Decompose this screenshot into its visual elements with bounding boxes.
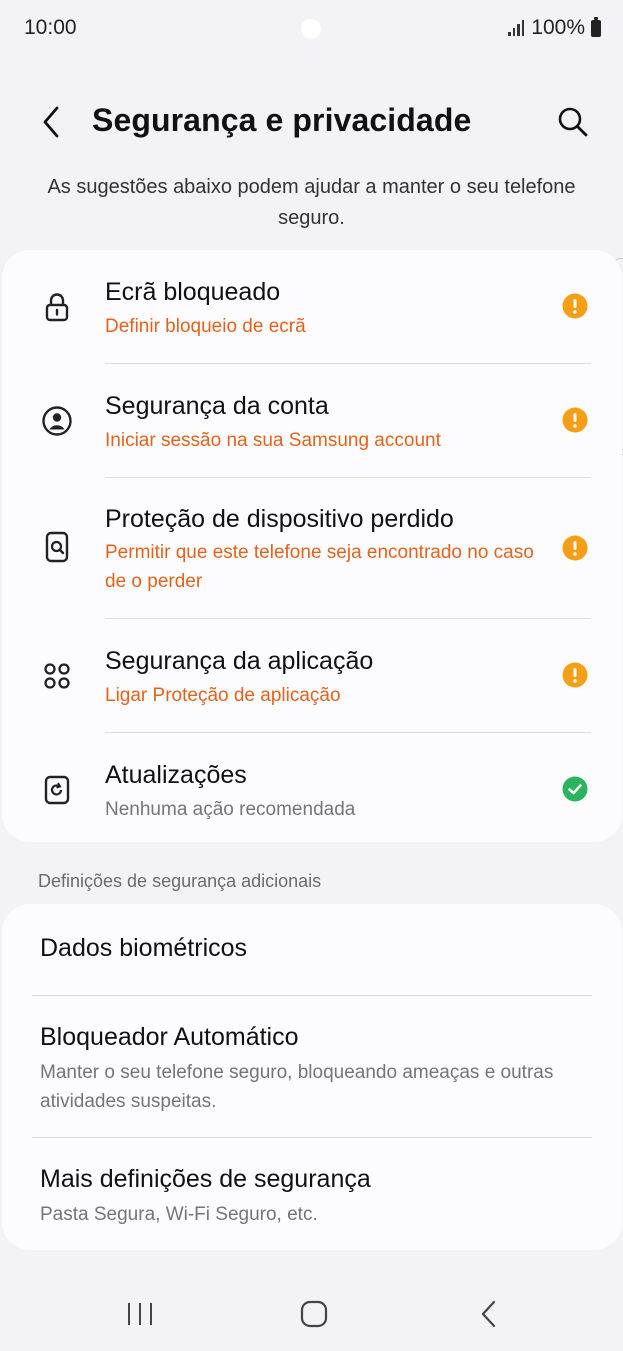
security-item-subtitle: Iniciar sessão na sua Samsung account bbox=[105, 430, 441, 451]
warning-icon bbox=[562, 535, 588, 561]
security-item-subtitle: Ligar Proteção de aplicação bbox=[105, 685, 341, 706]
status-time: 10:00 bbox=[24, 16, 77, 39]
camera-cutout bbox=[301, 19, 321, 39]
settings-item-title: Dados biométricos bbox=[40, 934, 248, 962]
search-icon bbox=[558, 107, 588, 137]
chevron-left-icon bbox=[43, 106, 59, 138]
security-item-lost-device[interactable]: Proteção de dispositivo perdido Permitir… bbox=[2, 478, 622, 618]
check-icon bbox=[562, 776, 588, 802]
app-header: Segurança e privacidade bbox=[0, 90, 623, 154]
battery-icon bbox=[591, 16, 601, 37]
security-item-title: Segurança da aplicação bbox=[105, 647, 374, 675]
find-device-icon bbox=[45, 531, 69, 563]
recent-apps-icon bbox=[128, 1303, 152, 1325]
home-button[interactable] bbox=[292, 1294, 336, 1334]
warning-icon bbox=[562, 662, 588, 688]
settings-item-more-security[interactable]: Mais definições de segurança Pasta Segur… bbox=[2, 1138, 622, 1250]
settings-item-auto-blocker[interactable]: Bloqueador Automático Manter o seu telef… bbox=[2, 996, 622, 1138]
security-suggestions-card: Ecrã bloqueado Definir bloqueio de ecrã … bbox=[2, 250, 622, 842]
security-item-app-security[interactable]: Segurança da aplicação Ligar Proteção de… bbox=[2, 619, 622, 732]
search-button[interactable] bbox=[553, 102, 593, 142]
account-icon bbox=[42, 406, 72, 436]
security-item-account[interactable]: Segurança da conta Iniciar sessão na sua… bbox=[2, 364, 622, 477]
update-icon bbox=[44, 775, 70, 805]
back-button[interactable] bbox=[32, 102, 72, 142]
security-item-subtitle: Nenhuma ação recomendada bbox=[105, 799, 356, 820]
status-indicators: 100% bbox=[508, 16, 601, 40]
additional-settings-card: Dados biométricos Bloqueador Automático … bbox=[2, 904, 622, 1250]
settings-item-biometrics[interactable]: Dados biométricos bbox=[2, 904, 622, 996]
settings-item-title: Bloqueador Automático bbox=[40, 1023, 299, 1051]
battery-percent: 100% bbox=[531, 16, 585, 39]
apps-icon bbox=[44, 663, 70, 689]
security-item-screen-lock[interactable]: Ecrã bloqueado Definir bloqueio de ecrã bbox=[2, 250, 622, 363]
intro-text: As sugestões abaixo podem ajudar a mante… bbox=[47, 176, 576, 229]
recent-apps-button[interactable] bbox=[118, 1294, 162, 1334]
page-title: Segurança e privacidade bbox=[92, 102, 472, 138]
settings-item-subtitle: Manter o seu telefone seguro, bloqueando… bbox=[40, 1062, 554, 1112]
signal-icon bbox=[508, 20, 525, 36]
lock-icon bbox=[45, 293, 69, 322]
home-icon bbox=[300, 1300, 328, 1328]
settings-item-subtitle: Pasta Segura, Wi-Fi Seguro, etc. bbox=[40, 1204, 318, 1225]
back-nav-button[interactable] bbox=[466, 1294, 510, 1334]
status-bar: 10:00 100% bbox=[0, 0, 623, 58]
back-icon bbox=[481, 1300, 496, 1328]
security-item-title: Atualizações bbox=[105, 761, 247, 789]
security-item-updates[interactable]: Atualizações Nenhuma ação recomendada bbox=[2, 733, 622, 842]
security-item-title: Segurança da conta bbox=[105, 392, 329, 420]
warning-icon bbox=[562, 293, 588, 319]
security-item-title: Proteção de dispositivo perdido bbox=[105, 505, 454, 533]
security-item-subtitle: Definir bloqueio de ecrã bbox=[105, 316, 306, 337]
security-item-title: Ecrã bloqueado bbox=[105, 278, 281, 306]
section-label-additional: Definições de segurança adicionais bbox=[38, 871, 322, 891]
navigation-bar bbox=[0, 1280, 623, 1351]
settings-item-title: Mais definições de segurança bbox=[40, 1165, 371, 1193]
warning-icon bbox=[562, 407, 588, 433]
security-item-subtitle: Permitir que este telefone seja encontra… bbox=[105, 542, 534, 592]
